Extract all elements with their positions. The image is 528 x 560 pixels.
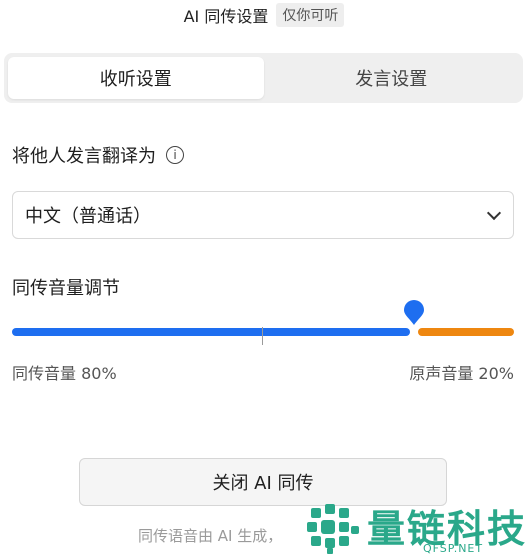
tab-listen-settings[interactable]: 收听设置 xyxy=(8,57,264,99)
interpretation-volume-track xyxy=(12,328,410,336)
tab-speak-settings[interactable]: 发言设置 xyxy=(264,57,520,99)
language-select[interactable]: 中文（普通话） xyxy=(12,191,514,239)
watermark-logo-icon xyxy=(307,504,359,554)
original-volume-label: 原声音量 20% xyxy=(409,364,514,383)
watermark-site: QFSP.NET xyxy=(423,542,484,555)
interpretation-volume-label: 同传音量 80% xyxy=(12,364,117,383)
original-volume-track xyxy=(418,328,514,336)
page-title: AI 同传设置 xyxy=(183,7,269,26)
watermark: 量链科技 QFSP.NET xyxy=(305,498,528,560)
chevron-down-icon xyxy=(486,205,502,220)
info-icon[interactable]: i xyxy=(166,146,184,164)
slider-thumb[interactable] xyxy=(404,300,424,326)
translate-label-row: 将他人发言翻译为 i xyxy=(12,142,184,168)
slider-midpoint-tick xyxy=(262,327,263,345)
settings-tabs: 收听设置 发言设置 xyxy=(4,53,523,103)
header: AI 同传设置 仅你可听 xyxy=(0,0,528,30)
language-select-value: 中文（普通话） xyxy=(25,206,151,227)
volume-balance-slider[interactable] xyxy=(12,300,514,345)
volume-section-title: 同传音量调节 xyxy=(12,278,120,299)
translate-label: 将他人发言翻译为 xyxy=(12,146,156,167)
footer-note: 同传语音由 AI 生成， xyxy=(138,527,283,545)
private-badge: 仅你可听 xyxy=(276,3,345,27)
volume-labels: 同传音量 80% 原声音量 20% xyxy=(12,360,514,384)
